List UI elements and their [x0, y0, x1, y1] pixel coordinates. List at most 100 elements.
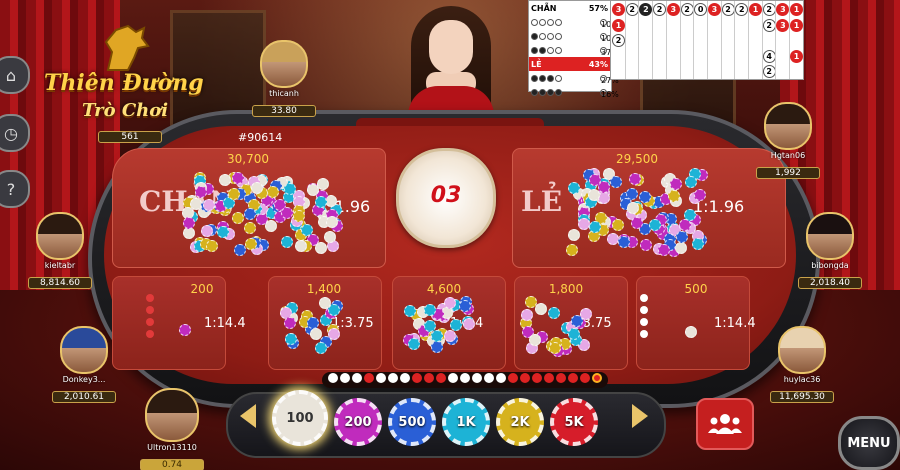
- avatar: [145, 388, 199, 442]
- placed-chip: [300, 223, 313, 236]
- grid-line: [720, 1, 722, 79]
- game-logo: Thiên Đường Trò Chơi: [44, 24, 204, 134]
- placed-chip: [638, 191, 651, 204]
- result-cell: 1: [790, 18, 804, 32]
- game-scene: Thiên Đường Trò Chơi 561 ⌂ ◷ ? CHẴN 57% …: [0, 0, 900, 470]
- red-dots-indicator: [146, 294, 154, 342]
- players-list-button[interactable]: [696, 398, 754, 450]
- result-bowl: 03: [396, 148, 496, 248]
- sub-odds-0: 1:14.4: [204, 316, 246, 331]
- result-cell: 2: [680, 3, 694, 16]
- result-cell: 2: [721, 3, 735, 16]
- chip-200[interactable]: 200: [334, 398, 382, 446]
- roadmap-dot: [436, 373, 446, 383]
- placed-chip: [423, 303, 436, 316]
- le-label: LẺ: [521, 185, 563, 218]
- chip-5k[interactable]: 5K: [550, 398, 598, 446]
- result-cell: 2: [639, 3, 653, 16]
- result-cell: 1: [790, 49, 804, 63]
- placed-chip: [588, 220, 601, 233]
- grid-line: [761, 1, 763, 79]
- round-id: #90614: [238, 131, 283, 144]
- roadmap-dot: [376, 373, 386, 383]
- roadmap-dot: [364, 373, 374, 383]
- grid-line: [652, 1, 654, 79]
- logo-title-line1: Thiên Đường: [44, 70, 204, 96]
- chan-total: 30,700: [227, 152, 269, 166]
- placed-chip: [244, 237, 257, 250]
- roadmap-dot: [484, 373, 494, 383]
- player-seat[interactable]: huylac36 11,695.30: [762, 326, 842, 403]
- player-seat[interactable]: Hgtan06 1,992: [748, 102, 828, 179]
- result-cell: 0: [694, 3, 708, 16]
- home-icon: ⌂: [5, 65, 17, 85]
- current-player: Ultron13110 0.74: [132, 388, 212, 470]
- help-button[interactable]: ?: [0, 170, 30, 208]
- result-cell: 2: [762, 65, 776, 78]
- placed-chip: [524, 296, 537, 309]
- placed-chip: [443, 296, 456, 309]
- player-seat[interactable]: bibongda 2,018.40: [790, 212, 870, 289]
- home-button[interactable]: ⌂: [0, 56, 30, 94]
- white-dots-indicator: [640, 294, 648, 342]
- roadmap-dot: [520, 373, 530, 383]
- avatar: [806, 212, 854, 260]
- placed-chip: [218, 173, 231, 186]
- chip-100[interactable]: 100: [272, 390, 328, 446]
- avatar: [778, 326, 826, 374]
- result-cell: 2: [735, 3, 749, 16]
- placed-chip: [283, 316, 296, 329]
- grid-line: [665, 1, 667, 79]
- placed-chip: [283, 182, 296, 195]
- player-seat[interactable]: kieltabr 8,814.60: [20, 212, 100, 289]
- placed-chip: [285, 332, 298, 345]
- roadmap-dot: [496, 373, 506, 383]
- placed-chip: [668, 189, 681, 202]
- result-cell: 1: [749, 3, 762, 16]
- placed-chip: [182, 217, 195, 230]
- placed-chip: [693, 188, 706, 201]
- chip-2k[interactable]: 2K: [496, 398, 544, 446]
- group-icon: [708, 414, 742, 434]
- sub-total-0: 200: [190, 282, 214, 296]
- grid-line: [679, 1, 681, 79]
- placed-chip: [458, 299, 471, 312]
- roadmap-dot: [424, 373, 434, 383]
- placed-chip: [579, 307, 592, 320]
- avatar: [764, 102, 812, 150]
- roadmap-dot: [400, 373, 410, 383]
- placed-chip: [243, 221, 256, 234]
- chip-scroll-left-button[interactable]: [240, 404, 256, 428]
- menu-button[interactable]: MENU: [838, 416, 900, 470]
- roadmap-dot: [328, 373, 338, 383]
- player-seat[interactable]: thicanh 33.80: [244, 40, 324, 117]
- placed-chip: [521, 308, 534, 321]
- roadmap-dot: [532, 373, 542, 383]
- avatar: [60, 326, 108, 374]
- grid-line: [706, 1, 708, 79]
- result-cell: 3: [666, 3, 680, 16]
- chip-500[interactable]: 500: [388, 398, 436, 446]
- result-cell: 3: [776, 18, 790, 32]
- grid-line: [638, 1, 640, 79]
- result-number: 03: [430, 183, 462, 208]
- placed-chip: [628, 173, 641, 186]
- placed-chip: [323, 230, 336, 243]
- placed-chip: [648, 219, 661, 232]
- placed-chip: [194, 185, 207, 198]
- roadmap-dot: [412, 373, 422, 383]
- placed-chip: [403, 304, 416, 317]
- placed-chip: [675, 231, 688, 244]
- clock-icon: ◷: [4, 123, 18, 143]
- roadmap-dot: [556, 373, 566, 383]
- placed-chip: [306, 316, 319, 329]
- avatar: [36, 212, 84, 260]
- chip-1k[interactable]: 1K: [442, 398, 490, 446]
- player-seat[interactable]: Donkey3... 2,010.61: [44, 326, 124, 403]
- history-button[interactable]: ◷: [0, 114, 30, 152]
- result-cell: 3: [612, 3, 625, 16]
- roadmap-dot: [508, 373, 518, 383]
- placed-chip: [567, 327, 580, 340]
- sub-total-1: 1,400: [306, 282, 342, 296]
- chip-scroll-right-button[interactable]: [632, 404, 648, 428]
